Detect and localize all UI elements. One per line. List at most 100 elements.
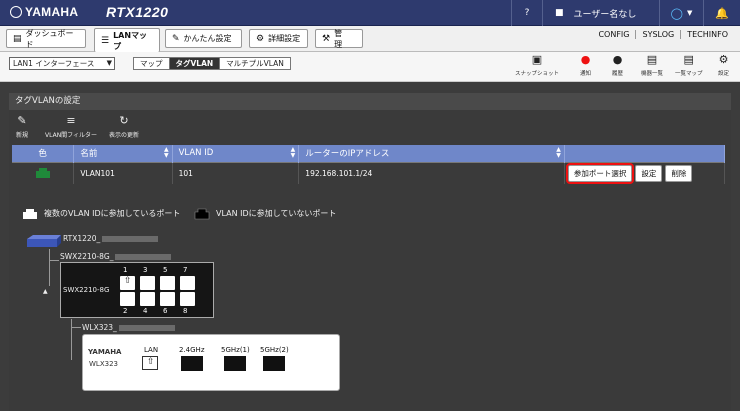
- brand-name: YAMAHA: [25, 5, 79, 19]
- tool-label: 表示の更新: [109, 132, 140, 139]
- tab-advanced[interactable]: ⚙ 詳細設定: [249, 29, 308, 48]
- view-mode-switch: マップ タグVLAN マルチプルVLAN: [133, 57, 291, 70]
- snapshot-button[interactable]: ▣ スナップショット: [515, 53, 560, 78]
- view-map[interactable]: マップ: [134, 58, 169, 69]
- uplink-arrow-icon: ⇧: [124, 276, 132, 286]
- legend-no-vlan: VLAN IDに参加していないポート: [194, 207, 336, 220]
- switch-name: SWX2210-8G_: [60, 252, 114, 261]
- tool-label: VLAN間フィルター: [45, 132, 98, 139]
- view-tag-vlan[interactable]: タグVLAN: [168, 58, 220, 69]
- interface-select[interactable]: LAN1 インターフェース ▼: [9, 57, 115, 70]
- tab-label: 管 理: [334, 28, 351, 49]
- select-ports-button[interactable]: 参加ポート選択: [565, 162, 635, 184]
- ap-radio-5ghz-1[interactable]: [224, 356, 246, 371]
- tool-label: 新規: [16, 132, 29, 139]
- switch-port-1[interactable]: ⇧: [120, 276, 135, 290]
- table-row: VLAN101 101 192.168.101.1/24 参加ポート選択 設定 削除: [12, 161, 726, 184]
- column-label: 名前: [80, 149, 98, 160]
- ap-radio-24ghz[interactable]: [181, 356, 203, 371]
- view-multiple-vlan[interactable]: マルチプルVLAN: [219, 58, 290, 69]
- router-name: RTX1220_: [63, 234, 101, 243]
- ap-label: WLX323_: [82, 323, 175, 332]
- vlan-name-cell: VLAN101: [73, 161, 173, 184]
- vlan-id-cell: 101: [172, 161, 300, 184]
- notification-button[interactable]: 🔔: [703, 0, 740, 26]
- switch-label: SWX2210-8G_: [60, 252, 172, 261]
- filter-icon: ≡: [66, 114, 76, 127]
- user-menu[interactable]: ■ ユーザー名なし: [542, 0, 659, 26]
- tab-dashboard[interactable]: ▤ ダッシュボード: [6, 28, 86, 49]
- delete-button[interactable]: 削除: [665, 164, 693, 182]
- yamaha-mark-icon: [10, 6, 22, 18]
- tree-line: [49, 260, 59, 261]
- history-button[interactable]: ● 履歴: [612, 54, 623, 78]
- column-label: 色: [38, 149, 47, 160]
- column-vlan-id[interactable]: VLAN ID ▲ ▼: [172, 145, 300, 162]
- tree-line: [71, 319, 72, 360]
- port-number: 3: [143, 266, 148, 274]
- column-color[interactable]: 色: [12, 145, 75, 162]
- panel-title: タグVLANの設定: [9, 93, 731, 110]
- ap-radio-5ghz-2[interactable]: [263, 356, 285, 371]
- camera-icon: ▣: [531, 53, 543, 66]
- tool-label: 通知: [580, 71, 592, 77]
- config-link[interactable]: CONFIG: [592, 30, 635, 39]
- chevron-down-icon: ▼: [686, 9, 693, 17]
- white-port-icon: [23, 209, 37, 219]
- switch-port-7[interactable]: [180, 276, 195, 290]
- gear-icon: ⚙: [256, 33, 265, 44]
- tab-easy-setup[interactable]: ✎ かんたん設定: [165, 29, 242, 48]
- redacted-text: [102, 236, 159, 242]
- ap-brand: YAMAHA: [88, 348, 122, 356]
- switch-port-8[interactable]: [180, 292, 195, 306]
- bell-icon: 🔔: [715, 6, 729, 20]
- tool-icon: ⚒: [322, 33, 331, 44]
- column-label: ルーターのIPアドレス: [305, 149, 390, 160]
- tree-line: [49, 249, 50, 286]
- vlan-filter-button[interactable]: ≡ VLAN間フィルター: [45, 114, 98, 140]
- legend-multi-vlan: 複数のVLAN IDに参加しているポート: [22, 207, 180, 220]
- help-button[interactable]: ?: [511, 0, 542, 26]
- map-list-icon: ▤: [683, 53, 694, 66]
- brand-logo: YAMAHA: [10, 5, 78, 19]
- switch-port-2[interactable]: [120, 292, 135, 306]
- router-label: RTX1220_: [63, 234, 159, 243]
- port-number: 8: [183, 307, 188, 315]
- tab-management[interactable]: ⚒ 管 理: [315, 28, 363, 49]
- switch-port-4[interactable]: [140, 292, 155, 306]
- tab-label: ダッシュボード: [25, 28, 74, 49]
- device-list-button[interactable]: ▤ 機器一覧: [641, 54, 663, 78]
- ap-lan-label: LAN: [144, 346, 159, 354]
- switch-device[interactable]: SWX2210-8G 1 3 5 7 ⇧ 2 4 6 8: [60, 262, 214, 318]
- new-button[interactable]: ✎ 新規: [16, 114, 29, 140]
- switch-port-3[interactable]: [140, 276, 155, 290]
- vlan-settings-button[interactable]: 設定: [635, 164, 663, 182]
- tab-lan-map[interactable]: ☰ LANマップ: [94, 28, 160, 52]
- notify-button[interactable]: ● 通知: [580, 54, 592, 78]
- switch-port-5[interactable]: [160, 276, 175, 290]
- settings-button[interactable]: ⚙ 設定: [718, 54, 729, 78]
- band-label: 2.4GHz: [179, 346, 205, 354]
- status-indicator[interactable]: ◯ ▼: [659, 0, 703, 26]
- switch-port-6[interactable]: [160, 292, 175, 306]
- utility-links: CONFIG SYSLOG TECHINFO: [592, 30, 734, 39]
- router-icon[interactable]: [25, 235, 63, 249]
- edit-icon: ✎: [17, 114, 27, 127]
- sort-icon: ▲ ▼: [290, 146, 296, 159]
- refresh-button[interactable]: ↻ 表示の更新: [109, 115, 140, 140]
- access-point-device[interactable]: YAMAHA WLX323 LAN ⇧ 2.4GHz 5GHz(1) 5GHz(…: [82, 334, 340, 391]
- collapse-toggle[interactable]: ▲: [43, 288, 48, 295]
- list-map-button[interactable]: ▤ 一覧マップ: [675, 53, 703, 78]
- ap-model: WLX323: [89, 360, 118, 368]
- ap-lan-port[interactable]: ⇧: [142, 356, 158, 370]
- legend-label: 複数のVLAN IDに参加しているポート: [44, 209, 181, 218]
- switch-model: SWX2210-8G: [63, 286, 110, 294]
- syslog-link[interactable]: SYSLOG: [635, 30, 680, 39]
- techinfo-link[interactable]: TECHINFO: [680, 30, 734, 39]
- map-icon: ☰: [101, 35, 110, 46]
- user-icon: ■: [555, 8, 564, 18]
- column-router-ip[interactable]: ルーターのIPアドレス ▲ ▼: [298, 145, 565, 162]
- chevron-down-icon: ▼: [106, 59, 112, 67]
- column-name[interactable]: 名前 ▲ ▼: [73, 145, 173, 162]
- tool-label: スナップショット: [515, 71, 560, 77]
